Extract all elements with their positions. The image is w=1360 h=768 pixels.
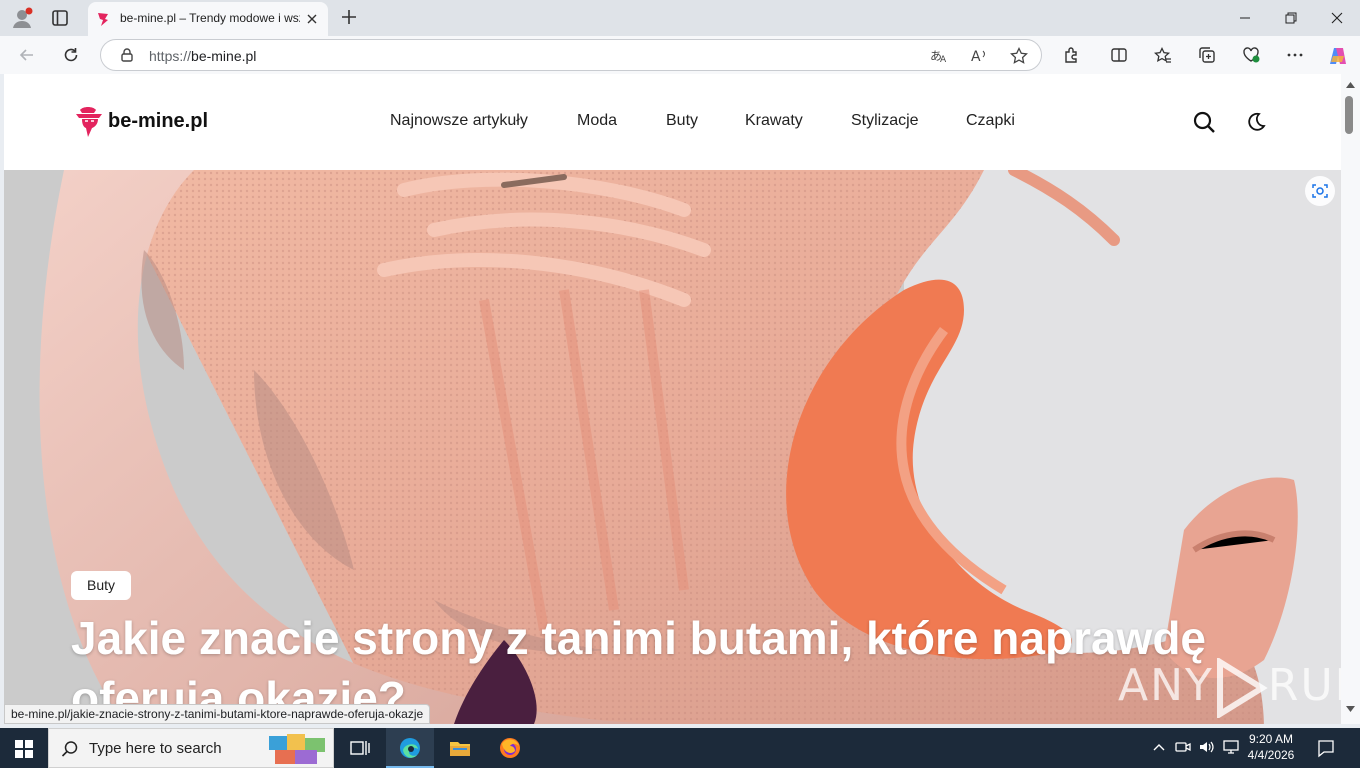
search-placeholder: Type here to search: [89, 740, 222, 757]
firefox-icon: [500, 738, 520, 758]
page-viewport: be-mine.pl Najnowsze artykuły Moda Buty …: [4, 74, 1341, 724]
settings-more-icon[interactable]: [1282, 42, 1308, 68]
site-favicon-icon: [98, 13, 108, 26]
task-view-button[interactable]: [336, 728, 384, 768]
browser-tab-bar: be-mine.pl – Trendy modowe i wszystko o …: [0, 0, 1360, 36]
meet-now-icon[interactable]: [1174, 738, 1192, 756]
visual-search-button[interactable]: [1305, 176, 1335, 206]
scrollbar-thumb[interactable]: [1345, 96, 1353, 134]
close-tab-icon[interactable]: [304, 11, 320, 27]
site-info-lock-icon[interactable]: [119, 47, 135, 63]
read-aloud-icon[interactable]: A: [969, 46, 989, 66]
network-icon[interactable]: [1222, 738, 1240, 756]
copilot-icon[interactable]: [1324, 42, 1350, 68]
svg-text:A: A: [971, 49, 981, 65]
dark-mode-moon-icon[interactable]: [1244, 110, 1268, 134]
nav-najnowsze-artykuly[interactable]: Najnowsze artykuły: [390, 112, 528, 130]
taskbar-app-firefox[interactable]: [486, 728, 534, 768]
watermark-play-icon: [1216, 658, 1268, 718]
anyrun-watermark: ANY RUN: [1118, 658, 1341, 718]
tab-active[interactable]: be-mine.pl – Trendy modowe i wszystko o …: [88, 2, 328, 36]
page-scrollbar[interactable]: [1341, 74, 1360, 724]
notifications-icon[interactable]: [1316, 738, 1336, 758]
nav-czapki[interactable]: Czapki: [966, 112, 1015, 130]
folder-icon: [450, 742, 470, 756]
watermark-left-text: ANY: [1118, 660, 1214, 711]
site-header: be-mine.pl Najnowsze artykuły Moda Buty …: [4, 74, 1341, 170]
profile-avatar-icon[interactable]: [10, 6, 34, 30]
search-highlight-puzzle-icon[interactable]: [267, 732, 329, 766]
tab-title: be-mine.pl – Trendy modowe i wszystko o …: [120, 11, 300, 25]
address-url[interactable]: https://be-mine.pl: [149, 48, 256, 64]
taskbar-clock[interactable]: 9:20 AM 4/4/2026: [1240, 731, 1302, 763]
task-view-icon: [350, 741, 370, 755]
clock-time: 9:20 AM: [1248, 732, 1294, 746]
windows-taskbar: Type here to search 9:20 AM 4/4/2026: [0, 728, 1360, 768]
favorites-icon[interactable]: [1150, 42, 1176, 68]
taskbar-search-box[interactable]: Type here to search: [48, 728, 334, 768]
svg-text:A: A: [940, 55, 947, 65]
edge-icon: [400, 738, 420, 758]
minimize-button[interactable]: [1222, 4, 1268, 32]
nav-stylizacje[interactable]: Stylizacje: [851, 112, 919, 130]
hero-featured-article[interactable]: Buty Jakie znacie strony z tanimi butami…: [4, 170, 1341, 724]
new-tab-button[interactable]: [338, 6, 360, 28]
clock-date: 4/4/2026: [1247, 748, 1295, 762]
start-button[interactable]: [0, 728, 48, 768]
watermark-right-text: RUN: [1267, 660, 1341, 711]
extensions-icon[interactable]: [1058, 42, 1084, 68]
windows-logo-icon: [15, 740, 33, 758]
translate-icon[interactable]: あA: [929, 46, 949, 66]
logo-mark-icon: [76, 107, 102, 137]
nav-krawaty[interactable]: Krawaty: [745, 112, 803, 130]
browser-essentials-icon[interactable]: [1238, 42, 1264, 68]
refresh-button[interactable]: [58, 42, 84, 68]
restore-button[interactable]: [1268, 4, 1314, 32]
back-button[interactable]: [14, 42, 40, 68]
link-hover-status-bar: be-mine.pl/jakie-znacie-strony-z-tanimi-…: [4, 704, 431, 724]
address-bar[interactable]: https://be-mine.pl あA A: [100, 39, 1042, 71]
visual-search-icon: [1312, 184, 1328, 198]
favorite-star-icon[interactable]: [1009, 46, 1029, 66]
category-badge-buty[interactable]: Buty: [71, 571, 132, 600]
taskbar-app-edge[interactable]: [386, 728, 434, 768]
scroll-down-arrow-icon[interactable]: [1346, 706, 1355, 712]
search-icon[interactable]: [1192, 110, 1216, 134]
browser-toolbar: https://be-mine.pl あA A: [0, 36, 1360, 74]
nav-buty[interactable]: Buty: [666, 112, 698, 130]
split-screen-icon[interactable]: [1106, 42, 1132, 68]
show-hidden-icons-chevron-icon[interactable]: [1150, 738, 1168, 756]
nav-moda[interactable]: Moda: [577, 112, 617, 130]
taskbar-app-file-explorer[interactable]: [436, 728, 484, 768]
close-window-button[interactable]: [1314, 4, 1360, 32]
logo-text: be-mine.pl: [108, 110, 209, 132]
tab-actions-icon[interactable]: [48, 6, 72, 30]
collections-icon[interactable]: [1194, 42, 1220, 68]
search-icon: [61, 741, 78, 757]
volume-icon[interactable]: [1198, 738, 1216, 756]
scroll-up-arrow-icon[interactable]: [1346, 82, 1355, 88]
